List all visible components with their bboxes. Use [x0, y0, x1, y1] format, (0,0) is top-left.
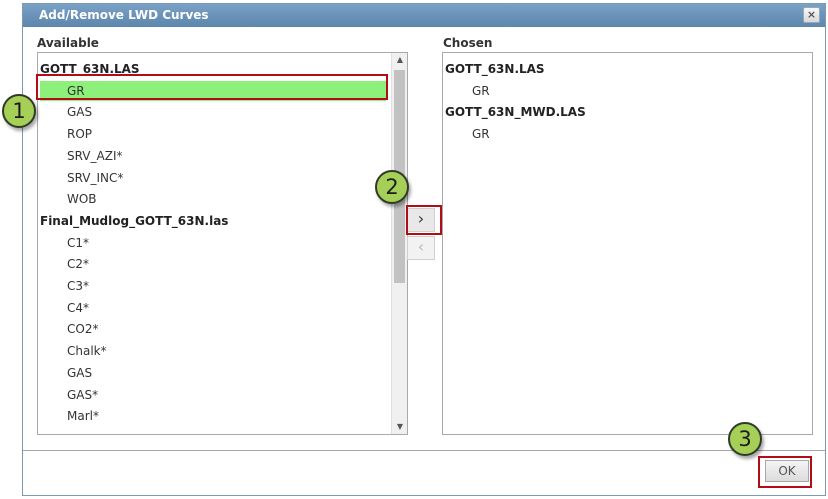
close-icon[interactable]: × — [803, 7, 820, 23]
available-curve-item[interactable]: C3* — [67, 276, 89, 296]
available-curve-item[interactable]: ROP — [67, 124, 92, 144]
available-curve-item[interactable]: SRV_INC* — [67, 168, 123, 188]
available-curve-item[interactable]: CO2* — [67, 319, 98, 339]
chosen-list[interactable]: GOTT_63N.LAS GR GOTT_63N_MWD.LAS GR — [442, 52, 813, 435]
available-list[interactable]: ▲ ▼ GOTT_63N.LAS GR GAS ROP SRV_AZI* SRV_INC*… — [37, 52, 408, 435]
available-group-header[interactable]: Final_Mudlog_GOTT_63N.las — [40, 211, 228, 231]
available-scrollbar[interactable]: ▲ ▼ — [391, 53, 407, 434]
available-curve-item[interactable]: C2* — [67, 254, 89, 274]
add-to-chosen-button[interactable]: › — [407, 208, 435, 232]
scroll-up-arrow-icon[interactable]: ▲ — [392, 53, 407, 67]
remove-from-chosen-button[interactable]: ‹ — [407, 236, 435, 260]
dialog-titlebar[interactable]: Add/Remove LWD Curves × — [23, 4, 825, 27]
available-curve-item[interactable]: WOB — [67, 189, 97, 209]
callout-2-badge: 2 — [375, 170, 409, 204]
chosen-curve-item[interactable]: GR — [472, 124, 490, 144]
footer-divider — [23, 450, 825, 451]
chosen-group-header[interactable]: GOTT_63N.LAS — [445, 59, 545, 79]
dialog-title: Add/Remove LWD Curves — [39, 8, 209, 22]
callout-1-badge: 1 — [2, 94, 36, 128]
ok-button[interactable]: OK — [765, 460, 809, 482]
available-curve-item[interactable]: C4* — [67, 298, 89, 318]
add-remove-curves-dialog: Add/Remove LWD Curves × Available Chosen… — [22, 3, 826, 496]
available-curve-item[interactable]: SRV_AZI* — [67, 146, 122, 166]
chosen-label: Chosen — [443, 36, 493, 50]
available-curve-item[interactable]: Chalk* — [67, 341, 107, 361]
available-curve-item[interactable]: C1* — [67, 233, 89, 253]
scroll-down-arrow-icon[interactable]: ▼ — [392, 420, 407, 434]
available-curve-item[interactable]: GAS* — [67, 385, 98, 405]
available-group-header[interactable]: GOTT_63N.LAS — [40, 59, 140, 79]
chosen-curve-item[interactable]: GR — [472, 81, 490, 101]
available-label: Available — [37, 36, 99, 50]
available-curve-item[interactable]: GAS — [67, 102, 92, 122]
available-curve-item[interactable]: GAS — [67, 363, 92, 383]
callout-3-badge: 3 — [728, 422, 762, 456]
chosen-group-header[interactable]: GOTT_63N_MWD.LAS — [445, 102, 586, 122]
available-curve-item[interactable]: GR — [40, 80, 386, 101]
available-curve-item[interactable]: Marl* — [67, 406, 99, 426]
